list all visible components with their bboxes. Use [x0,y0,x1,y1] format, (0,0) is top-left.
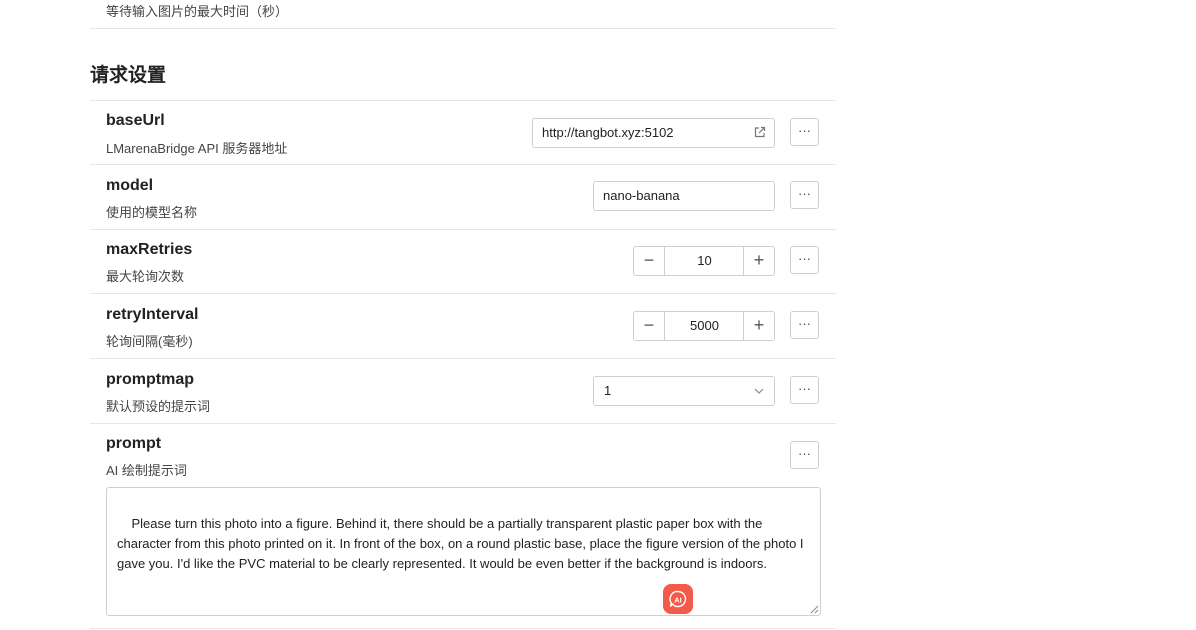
setting-name: retryInterval [106,306,199,323]
setting-description: 等待输入图片的最大时间（秒） [106,4,289,19]
setting-name: promptmap [106,371,194,388]
more-options-button[interactable]: ··· [790,246,819,274]
chevron-down-icon [754,388,764,394]
external-link-icon[interactable] [753,126,766,139]
baseurl-input[interactable]: http://tangbot.xyz:5102 [532,118,775,148]
decrement-button[interactable]: − [634,312,665,340]
setting-name: baseUrl [106,112,165,129]
ai-assistant-button[interactable]: AI [663,584,693,614]
setting-description: 默认预设的提示词 [106,399,211,414]
prompt-text: Please turn this photo into a figure. Be… [117,516,808,571]
prompt-textarea[interactable]: Please turn this photo into a figure. Be… [106,487,821,616]
maxretries-value[interactable]: 10 [665,247,744,275]
retryinterval-value[interactable]: 5000 [665,312,744,340]
setting-description: 使用的模型名称 [106,205,198,220]
ai-assistant-icon: AI [669,590,687,608]
setting-row-model: model 使用的模型名称 nano-banana ··· [90,165,836,230]
section-title: 请求设置 [90,65,167,86]
setting-row-maxretries: maxRetries 最大轮询次数 − 10 + ··· [90,230,836,294]
model-value: nano-banana [603,188,680,203]
setting-description: AI 绘制提示词 [106,463,187,478]
resize-handle-icon[interactable] [810,605,819,614]
setting-description: 轮询间隔(毫秒) [106,334,193,349]
setting-description: LMarenaBridge API 服务器地址 [106,141,288,156]
setting-row-promptmap: promptmap 默认预设的提示词 1 ··· [90,359,836,424]
setting-name: prompt [106,435,162,452]
more-options-button[interactable]: ··· [790,441,819,469]
retryinterval-stepper[interactable]: − 5000 + [633,311,775,341]
more-options-button[interactable]: ··· [790,311,819,339]
model-input[interactable]: nano-banana [593,181,775,211]
promptmap-selected-value: 1 [604,383,612,398]
decrement-button[interactable]: − [634,247,665,275]
baseurl-value: http://tangbot.xyz:5102 [542,125,674,140]
setting-name: model [106,177,154,194]
setting-name: maxRetries [106,241,193,258]
setting-row-baseurl: baseUrl LMarenaBridge API 服务器地址 http://t… [90,101,836,165]
more-options-button[interactable]: ··· [790,376,819,404]
promptmap-select[interactable]: 1 [593,376,775,406]
increment-button[interactable]: + [743,312,774,340]
svg-text:AI: AI [674,595,682,604]
more-options-button[interactable]: ··· [790,118,819,146]
setting-description: 最大轮询次数 [106,269,185,284]
maxretries-stepper[interactable]: − 10 + [633,246,775,276]
setting-row-wait-time: 等待输入图片的最大时间（秒） [90,0,836,29]
setting-row-retryinterval: retryInterval 轮询间隔(毫秒) − 5000 + ··· [90,294,836,359]
settings-panel: 等待输入图片的最大时间（秒） 请求设置 baseUrl LMarenaBridg… [90,0,836,630]
more-options-button[interactable]: ··· [790,181,819,209]
increment-button[interactable]: + [743,247,774,275]
